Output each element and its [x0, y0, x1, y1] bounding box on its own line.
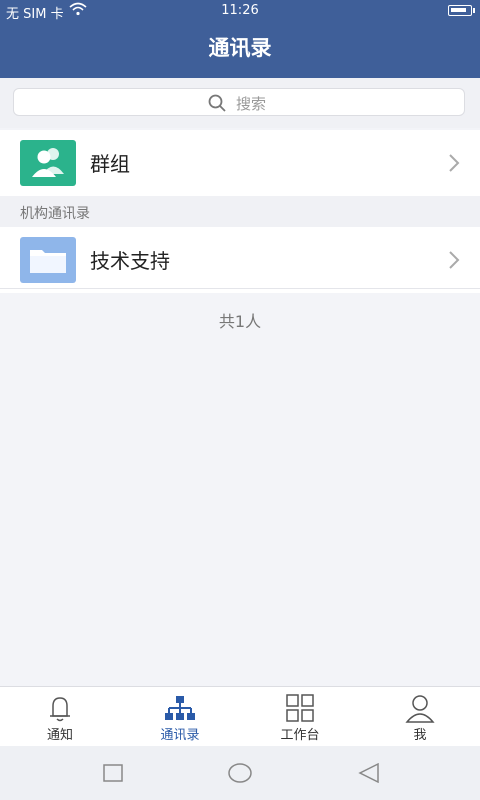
tab-label: 通知: [46, 728, 73, 743]
tab-label: 通讯录: [160, 728, 200, 743]
chevron-right-icon: [449, 154, 460, 172]
divider: [0, 288, 480, 289]
bell-icon: [50, 697, 70, 722]
home-button[interactable]: [228, 763, 252, 783]
section-title: 机构通讯录: [20, 206, 90, 222]
member-count: 共1人: [218, 312, 262, 331]
page-title: 通讯录: [0, 22, 480, 78]
recent-apps-button[interactable]: [103, 764, 123, 782]
tab-label: 我: [413, 728, 427, 743]
group-users-icon: [20, 140, 76, 186]
org-label: 技术支持: [90, 249, 170, 273]
tab-contacts[interactable]: 通讯录: [120, 687, 240, 746]
tab-label: 工作台: [280, 728, 320, 743]
battery-icon: [448, 5, 475, 16]
system-navigation-bar: [0, 746, 480, 800]
section-header: 机构通讯录: [0, 196, 480, 227]
status-bar: 无 SIM 卡 11:26: [0, 0, 480, 22]
tab-notifications[interactable]: 通知: [0, 687, 120, 746]
groups-label: 群组: [90, 152, 130, 176]
tab-workbench[interactable]: 工作台: [240, 687, 360, 746]
org-row-tech-support[interactable]: 技术支持: [0, 227, 480, 293]
search-icon: [208, 94, 226, 112]
search-placeholder: 搜索: [236, 95, 267, 113]
chevron-right-icon: [449, 251, 460, 269]
tab-me[interactable]: 我: [360, 687, 480, 746]
org-chart-icon: [165, 696, 195, 720]
search-input[interactable]: 搜索: [13, 88, 465, 116]
person-icon: [405, 695, 435, 723]
grid-icon: [286, 694, 314, 722]
back-button[interactable]: [358, 763, 380, 783]
clock: 11:26: [221, 3, 259, 18]
folder-icon: [20, 237, 76, 283]
groups-row[interactable]: 群组: [0, 130, 480, 196]
search-area: 搜索: [0, 78, 480, 128]
tab-bar: 通知 通讯录 工作台 我: [0, 686, 480, 746]
